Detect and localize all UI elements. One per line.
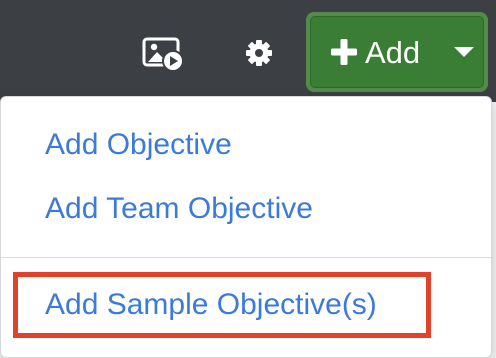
plus-icon <box>331 39 357 65</box>
menu-item-add-team-objective[interactable]: Add Team Objective <box>45 194 313 224</box>
menu-divider <box>1 257 491 258</box>
menu-item-add-sample-objectives[interactable]: Add Sample Objective(s) <box>45 290 377 320</box>
caret-down-icon <box>454 47 475 57</box>
add-dropdown-button[interactable]: Add <box>306 12 488 92</box>
media-gallery-icon[interactable] <box>140 34 188 74</box>
menu-item-add-objective[interactable]: Add Objective <box>45 130 232 160</box>
add-dropdown-menu: Add Objective Add Team Objective Add Sam… <box>0 96 492 358</box>
top-toolbar: Add <box>0 0 496 102</box>
gear-icon[interactable] <box>238 32 280 74</box>
add-button-label: Add <box>365 34 421 70</box>
add-button-body[interactable]: Add <box>310 16 484 88</box>
